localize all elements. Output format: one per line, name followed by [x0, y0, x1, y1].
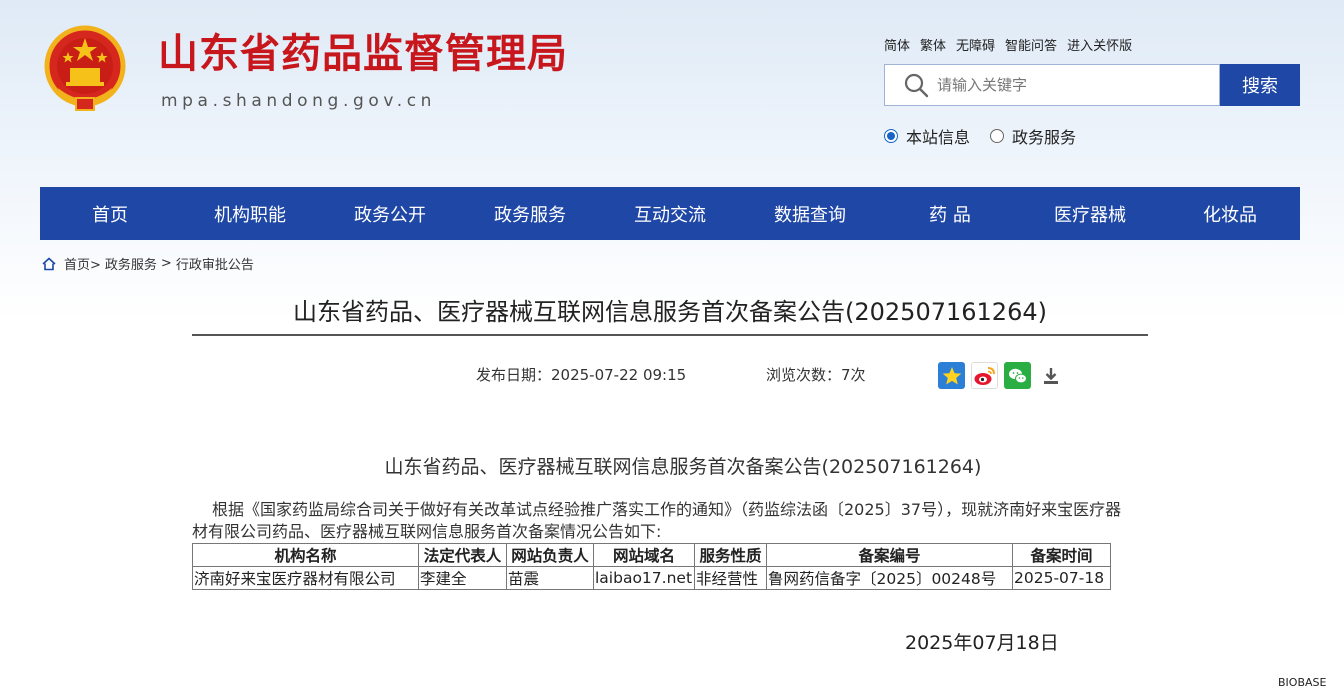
link-smart-qa[interactable]: 智能问答 — [1005, 35, 1057, 54]
radio-gov-service[interactable]: 政务服务 — [990, 124, 1076, 148]
breadcrumb-separator: > — [160, 256, 172, 271]
top-links: 简体 繁体 无障碍 智能问答 进入关怀版 — [884, 35, 1132, 54]
signature-date: 2025年07月18日 — [905, 632, 1059, 654]
cell-org-name: 济南好来宝医疗器材有限公司 — [192, 566, 419, 590]
radio-site-info[interactable]: 本站信息 — [884, 124, 970, 148]
cell-domain: laibao17.net — [593, 566, 695, 590]
site-url: mpa.shandong.gov.cn — [161, 91, 437, 111]
cell-legal-rep: 李建全 — [418, 566, 507, 590]
link-simplified[interactable]: 简体 — [884, 35, 910, 54]
table-row: 济南好来宝医疗器材有限公司 李建全 苗震 laibao17.net 非经营性 鲁… — [192, 566, 1111, 590]
radio-gov-service-label: 政务服务 — [1012, 128, 1077, 147]
col-domain: 网站域名 — [593, 543, 695, 567]
nav-item-gov-services[interactable]: 政务服务 — [460, 187, 600, 240]
article-title: 山东省药品、医疗器械互联网信息服务首次备案公告(202507161264) — [293, 298, 1047, 326]
nav-item-drugs[interactable]: 药 品 — [880, 187, 1020, 240]
favorite-star-icon[interactable] — [938, 362, 965, 389]
col-org-name: 机构名称 — [192, 543, 419, 567]
watermark: BIOBASE — [1278, 676, 1327, 689]
col-service-type: 服务性质 — [694, 543, 767, 567]
radio-gov-service-dot[interactable] — [990, 129, 1005, 143]
link-accessibility[interactable]: 无障碍 — [956, 35, 995, 54]
table-header-row: 机构名称 法定代表人 网站负责人 网站域名 服务性质 备案编号 备案时间 — [192, 543, 1111, 567]
nav-item-data-query[interactable]: 数据查询 — [740, 187, 880, 240]
nav-item-gov-affairs[interactable]: 政务公开 — [320, 187, 460, 240]
link-traditional[interactable]: 繁体 — [920, 35, 946, 54]
breadcrumb: 首页> 政务服务 > 行政审批公告 — [42, 254, 254, 273]
filing-table: 机构名称 法定代表人 网站负责人 网站域名 服务性质 备案编号 备案时间 济南好… — [192, 543, 1111, 590]
radio-site-info-dot[interactable] — [884, 129, 898, 143]
view-count: 浏览次数：7次 — [766, 366, 866, 384]
wechat-icon[interactable] — [1004, 362, 1031, 389]
cell-filing-date: 2025-07-18 — [1012, 566, 1111, 590]
search-button[interactable]: 搜索 — [1220, 64, 1300, 106]
weibo-icon[interactable] — [971, 362, 998, 389]
national-emblem-logo — [44, 25, 126, 111]
search-scope-radios: 本站信息 政务服务 — [884, 124, 1076, 148]
cell-site-owner: 苗震 — [506, 566, 594, 590]
site-title: 山东省药品监督管理局 — [158, 31, 568, 77]
breadcrumb-admin-approval[interactable]: 行政审批公告 — [176, 254, 254, 273]
document-paragraph: 根据《国家药监局综合司关于做好有关改革试点经验推广落实工作的通知》（药监综法函〔… — [192, 500, 1122, 541]
breadcrumb-gov-services[interactable]: 政务服务 — [105, 254, 157, 273]
share-toolbar — [938, 362, 1064, 389]
cell-service-type: 非经营性 — [694, 566, 767, 590]
nav-item-cosmetics[interactable]: 化妆品 — [1160, 187, 1300, 240]
col-filing-no: 备案编号 — [766, 543, 1013, 567]
link-care-version[interactable]: 进入关怀版 — [1067, 35, 1132, 54]
cell-filing-no: 鲁网药信备字〔2025〕00248号 — [766, 566, 1013, 590]
title-divider — [192, 334, 1148, 336]
nav-item-medical-devices[interactable]: 医疗器械 — [1020, 187, 1160, 240]
nav-item-interaction[interactable]: 互动交流 — [600, 187, 740, 240]
document-heading: 山东省药品、医疗器械互联网信息服务首次备案公告(202507161264) — [384, 456, 982, 478]
nav-item-functions[interactable]: 机构职能 — [180, 187, 320, 240]
col-site-owner: 网站负责人 — [506, 543, 594, 567]
nav-item-home[interactable]: 首页 — [40, 187, 180, 240]
home-icon — [42, 256, 56, 270]
search-icon — [904, 73, 929, 98]
download-icon[interactable] — [1037, 362, 1064, 389]
main-nav: 首页 机构职能 政务公开 政务服务 互动交流 数据查询 药 品 医疗器械 化妆品 — [40, 187, 1300, 240]
search-input[interactable] — [937, 76, 1207, 94]
col-legal-rep: 法定代表人 — [418, 543, 507, 567]
col-filing-date: 备案时间 — [1012, 543, 1111, 567]
publish-date: 发布日期：2025-07-22 09:15 — [476, 366, 687, 384]
search-box — [884, 64, 1220, 106]
breadcrumb-home[interactable]: 首页> — [64, 254, 101, 273]
radio-site-info-label: 本站信息 — [906, 128, 971, 147]
